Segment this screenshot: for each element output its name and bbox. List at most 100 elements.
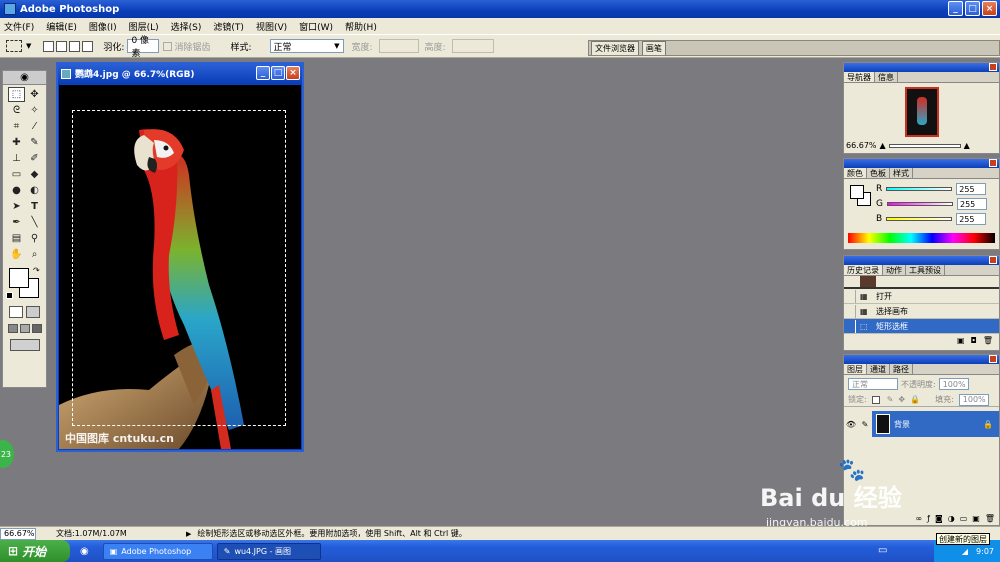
feather-input[interactable]: 0 像素 [127, 36, 160, 59]
tab-actions[interactable]: 动作 [883, 265, 906, 275]
doc-minimize-button[interactable]: _ [256, 66, 270, 80]
minimize-button[interactable]: _ [948, 1, 963, 16]
width-input[interactable] [378, 39, 419, 53]
g-input[interactable]: 255 [956, 198, 987, 210]
photoshop-eye-logo-icon[interactable]: ◉ [20, 72, 29, 83]
history-snapshot-row[interactable] [844, 276, 999, 289]
g-slider[interactable] [886, 202, 953, 206]
task-paint[interactable]: ✎ wu4.JPG - 画图 [216, 542, 321, 560]
quick-launch-ie-icon[interactable]: ◉ [80, 546, 89, 557]
notes-tool-icon[interactable]: ▤ [8, 231, 25, 246]
foreground-color-swatch[interactable] [9, 268, 29, 288]
zoom-tool-icon[interactable]: ⌕ [26, 247, 43, 262]
pen-tool-icon[interactable]: ✒ [8, 215, 25, 230]
marquee-selection[interactable] [72, 110, 286, 426]
layer-brush-icon[interactable]: ✎ [858, 411, 872, 437]
start-button[interactable]: ⊞ 开始 [0, 540, 70, 562]
menu-view[interactable]: 视图(V) [256, 20, 287, 33]
intersect-selection-icon[interactable] [82, 40, 94, 52]
menu-file[interactable]: 文件(F) [4, 20, 34, 33]
subtract-selection-icon[interactable] [69, 40, 81, 52]
tray-network-icon[interactable]: ▭ [878, 545, 887, 556]
tray-volume-icon[interactable]: ◢ [962, 547, 968, 556]
opacity-input[interactable]: 100% [938, 378, 969, 390]
color-panel-foreground-swatch[interactable] [850, 185, 864, 199]
paint-bucket-tool-icon[interactable]: ◆ [26, 167, 43, 182]
r-slider[interactable] [886, 187, 953, 191]
menu-layer[interactable]: 图层(L) [129, 20, 159, 33]
tab-color[interactable]: 颜色 [844, 168, 867, 178]
navigator-close-icon[interactable] [989, 63, 997, 71]
tab-tool-presets[interactable]: 工具预设 [906, 265, 945, 275]
b-input[interactable]: 255 [956, 213, 987, 225]
history-close-icon[interactable] [989, 256, 997, 264]
default-colors-icon[interactable] [6, 292, 13, 299]
new-selection-icon[interactable] [43, 40, 55, 52]
lock-all-icon[interactable]: 🔒 [910, 395, 920, 404]
menu-help[interactable]: 帮助(H) [345, 20, 377, 33]
move-tool-icon[interactable]: ✥ [26, 87, 43, 102]
tab-brushes[interactable]: 画笔 [641, 41, 666, 55]
close-button[interactable]: × [982, 1, 997, 16]
menu-window[interactable]: 窗口(W) [299, 20, 333, 33]
new-document-from-state-icon[interactable]: ▣ [957, 336, 965, 345]
magic-wand-tool-icon[interactable]: ✧ [26, 103, 43, 118]
eyedropper-tool-icon[interactable]: ⚲ [26, 231, 43, 246]
color-close-icon[interactable] [989, 159, 997, 167]
r-input[interactable]: 255 [956, 183, 987, 195]
delete-layer-icon[interactable]: 🗑 [985, 514, 995, 523]
menu-filter[interactable]: 滤镜(T) [213, 20, 244, 33]
tab-navigator[interactable]: 导航器 [844, 72, 875, 82]
screen-mode-standard-icon[interactable] [8, 324, 18, 333]
zoom-out-icon[interactable]: ▲ [880, 141, 886, 150]
doc-maximize-button[interactable]: □ [271, 66, 285, 80]
line-tool-icon[interactable]: ╲ [26, 215, 43, 230]
hand-tool-icon[interactable]: ✋ [8, 247, 25, 262]
path-selection-tool-icon[interactable]: ➤ [8, 199, 25, 214]
jump-to-imageready-icon[interactable] [10, 339, 40, 351]
doc-close-button[interactable]: × [286, 66, 300, 80]
delete-state-icon[interactable]: 🗑 [983, 336, 993, 345]
layers-close-icon[interactable] [989, 355, 997, 363]
layer-visibility-eye-icon[interactable]: 👁 [844, 411, 858, 437]
lock-transparency-icon[interactable] [871, 395, 880, 404]
tool-preset-arrow-icon[interactable]: ▼ [26, 42, 31, 50]
clone-stamp-tool-icon[interactable]: ⊥ [8, 151, 25, 166]
history-brush-tool-icon[interactable]: ✐ [26, 151, 43, 166]
document-title-bar[interactable]: 鹦鹉4.jpg @ 66.7%(RGB) _ □ × [58, 64, 302, 83]
status-doc-info[interactable]: 文档:1.07M/1.07M [56, 528, 186, 539]
menu-edit[interactable]: 编辑(E) [46, 20, 77, 33]
tab-paths[interactable]: 路径 [890, 364, 913, 374]
add-selection-icon[interactable] [56, 40, 68, 52]
history-item-current[interactable]: ⬚ 矩形选框 [844, 319, 999, 334]
b-slider[interactable] [886, 217, 953, 221]
zoom-in-icon[interactable]: ▲ [964, 141, 970, 150]
new-fill-layer-icon[interactable]: ◑ [948, 514, 955, 523]
tab-history[interactable]: 历史记录 [844, 265, 883, 275]
new-snapshot-icon[interactable]: ◘ [971, 336, 977, 345]
blur-tool-icon[interactable]: ● [8, 183, 25, 198]
status-zoom[interactable]: 66.67% [0, 527, 36, 540]
standard-mode-icon[interactable] [9, 306, 23, 318]
tab-channels[interactable]: 通道 [867, 364, 890, 374]
style-select[interactable]: 正常 ▼ [269, 39, 344, 53]
healing-brush-tool-icon[interactable]: ✚ [8, 135, 25, 150]
tab-swatches[interactable]: 色板 [867, 168, 890, 178]
navigator-thumbnail[interactable] [904, 87, 939, 137]
lock-pixels-icon[interactable]: ✎ [887, 395, 894, 404]
color-spectrum-bar[interactable] [848, 233, 995, 243]
quick-mask-mode-icon[interactable] [26, 306, 40, 318]
rect-marquee-tool-icon[interactable]: ⬚ [8, 87, 25, 102]
new-layer-set-icon[interactable]: ▭ [960, 514, 968, 523]
antialias-checkbox[interactable] [163, 41, 173, 51]
image-canvas[interactable]: 中国图库 cntuku.cn [59, 85, 301, 449]
screen-mode-full-menu-icon[interactable] [20, 324, 30, 333]
crop-tool-icon[interactable]: ⌗ [8, 119, 25, 134]
menu-select[interactable]: 选择(S) [171, 20, 202, 33]
maximize-button[interactable]: □ [965, 1, 980, 16]
status-arrow-icon[interactable]: ▶ [186, 530, 191, 538]
navigator-zoom-slider[interactable] [888, 143, 961, 148]
blend-mode-select[interactable]: 正常 [848, 378, 898, 390]
swap-colors-icon[interactable]: ↷ [33, 266, 40, 275]
screen-mode-full-icon[interactable] [32, 324, 42, 333]
